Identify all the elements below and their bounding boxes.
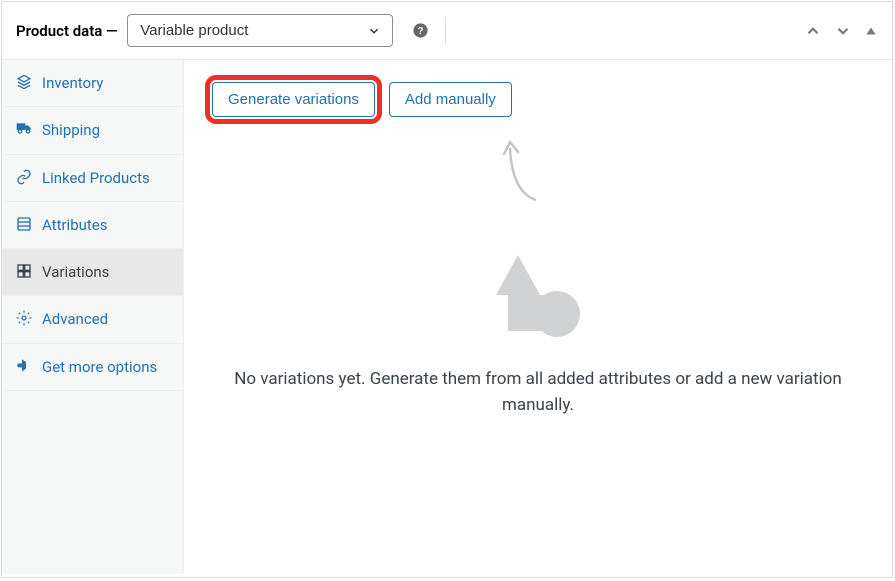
- panel-title: Product data —: [16, 22, 121, 40]
- panel-header: Product data — Variable product ?: [2, 2, 892, 60]
- action-row: Generate variations Add manually: [212, 82, 864, 117]
- sidebar: Inventory Shipping Linked Products Attri…: [2, 60, 184, 574]
- plugin-icon: [16, 358, 34, 374]
- help-icon[interactable]: ?: [411, 22, 429, 40]
- sidebar-item-label: Variations: [42, 262, 169, 282]
- sidebar-item-label: Shipping: [42, 120, 169, 140]
- sidebar-item-inventory[interactable]: Inventory: [2, 60, 183, 107]
- sidebar-item-linked-products[interactable]: Linked Products: [2, 155, 183, 202]
- gear-icon: [16, 310, 34, 326]
- shipping-icon: [16, 121, 34, 135]
- sidebar-item-variations[interactable]: Variations: [2, 249, 183, 296]
- product-type-select[interactable]: Variable product: [127, 14, 393, 47]
- header-divider: [445, 17, 446, 45]
- generate-variations-button[interactable]: Generate variations: [212, 82, 375, 117]
- shapes-icon: [488, 255, 588, 335]
- link-icon: [16, 169, 34, 185]
- sidebar-item-advanced[interactable]: Advanced: [2, 296, 183, 343]
- variations-icon: [16, 263, 34, 279]
- sidebar-item-label: Advanced: [42, 309, 169, 329]
- chevron-up-icon[interactable]: [804, 22, 822, 40]
- sidebar-item-get-more-options[interactable]: Get more options: [2, 344, 183, 391]
- variations-main: Generate variations Add manually No vari…: [184, 60, 892, 574]
- panel-body: Inventory Shipping Linked Products Attri…: [2, 60, 892, 574]
- attributes-icon: [16, 216, 34, 232]
- sidebar-item-attributes[interactable]: Attributes: [2, 202, 183, 249]
- product-data-panel: Product data — Variable product ?: [1, 1, 893, 578]
- empty-state: No variations yet. Generate them from al…: [184, 255, 892, 418]
- product-type-select-wrap: Variable product: [127, 14, 393, 47]
- sidebar-item-label: Get more options: [42, 357, 169, 377]
- svg-text:?: ?: [417, 26, 423, 37]
- panel-toggles: [804, 22, 878, 40]
- sidebar-item-label: Attributes: [42, 215, 169, 235]
- empty-state-text: No variations yet. Generate them from al…: [218, 367, 858, 418]
- inventory-icon: [16, 74, 34, 90]
- collapse-triangle-icon[interactable]: [864, 24, 878, 38]
- sidebar-item-label: Linked Products: [42, 168, 169, 188]
- chevron-down-icon[interactable]: [834, 22, 852, 40]
- sidebar-item-shipping[interactable]: Shipping: [2, 107, 183, 154]
- sidebar-item-label: Inventory: [42, 73, 169, 93]
- add-manually-button[interactable]: Add manually: [389, 82, 512, 117]
- pointer-arrow-icon: [494, 138, 554, 208]
